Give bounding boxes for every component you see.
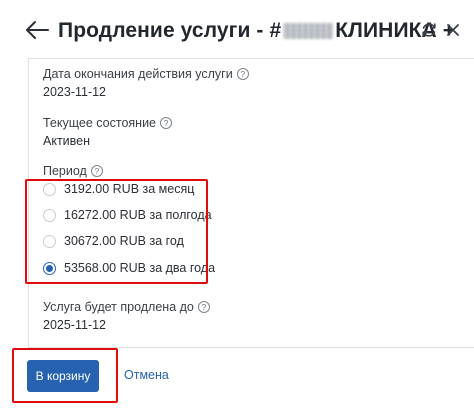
arrow-left-icon[interactable] — [24, 18, 50, 42]
extended-until-value: 2025-11-12 — [43, 318, 107, 332]
page-title: Продление услуги - # КЛИНИКА + — [58, 17, 455, 45]
period-label: Период ? — [43, 164, 103, 178]
period-label-text: Период — [43, 164, 87, 178]
add-to-cart-button[interactable]: В корзину — [27, 360, 99, 392]
help-icon[interactable]: ? — [160, 117, 173, 129]
cancel-link[interactable]: Отмена — [124, 368, 169, 382]
status-label: Текущее состояние ? — [43, 116, 173, 130]
period-highlight-box — [25, 179, 208, 284]
help-icon[interactable]: ? — [197, 301, 210, 313]
end-date-label: Дата окончания действия услуги ? — [43, 67, 249, 81]
help-icon[interactable]: ? — [236, 68, 249, 80]
help-icon[interactable]: ? — [90, 165, 103, 177]
extended-until-label: Услуга будет продлена до ? — [43, 300, 210, 314]
redacted-text — [283, 23, 334, 39]
extended-until-label-text: Услуга будет продлена до — [43, 300, 194, 314]
close-icon[interactable] — [443, 20, 463, 40]
page-title-prefix: Продление услуги - # — [58, 19, 282, 42]
end-date-value: 2023-11-12 — [43, 85, 107, 99]
status-label-text: Текущее состояние — [43, 116, 157, 130]
page-header: Продление услуги - # КЛИНИКА + — [0, 0, 474, 60]
status-value: Активен — [43, 134, 91, 148]
end-date-label-text: Дата окончания действия услуги — [43, 67, 233, 81]
refresh-icon[interactable] — [419, 20, 439, 40]
